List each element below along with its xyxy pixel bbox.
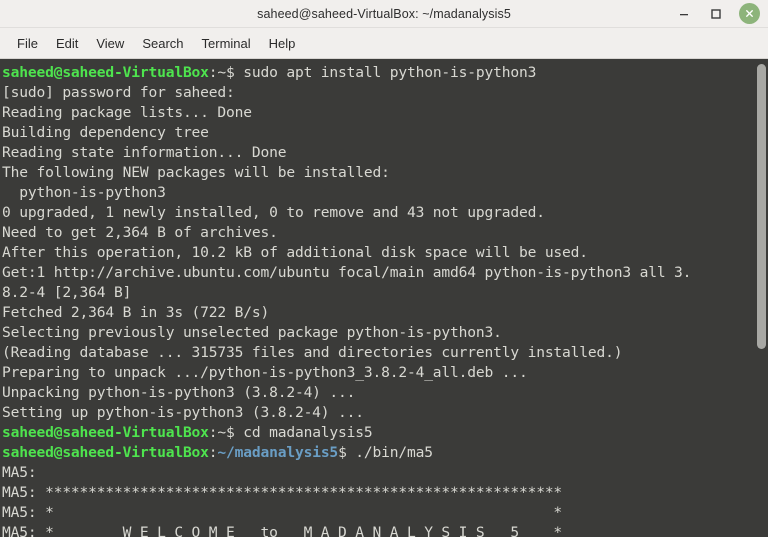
terminal-text-span: saheed@saheed-VirtualBox [2, 64, 209, 81]
terminal-line: After this operation, 10.2 kB of additio… [2, 243, 768, 263]
terminal-text-span: :~$ cd madanalysis5 [208, 424, 373, 441]
window-controls [675, 3, 762, 24]
terminal-line: MA5: [2, 463, 768, 483]
terminal-text-span: python-is-python3 [2, 184, 166, 201]
terminal-text-span: Preparing to unpack .../python-is-python… [2, 364, 528, 381]
menu-item-view[interactable]: View [87, 33, 133, 54]
terminal-text-span: 0 upgraded, 1 newly installed, 0 to remo… [2, 204, 545, 221]
terminal-text-span: :~$ sudo apt install python-is-python3 [208, 64, 537, 81]
terminal-text-span: Selecting previously unselected package … [2, 324, 502, 341]
terminal-text-span: The following NEW packages will be insta… [2, 164, 390, 181]
terminal-text-span: $ ./bin/ma5 [338, 444, 433, 461]
terminal-line: Setting up python-is-python3 (3.8.2-4) .… [2, 403, 768, 423]
terminal-line: Unpacking python-is-python3 (3.8.2-4) ..… [2, 383, 768, 403]
terminal-text-span: MA5: [2, 464, 37, 481]
terminal-line: Fetched 2,364 B in 3s (722 B/s) [2, 303, 768, 323]
terminal-line: Selecting previously unselected package … [2, 323, 768, 343]
terminal-window: saheed@saheed-VirtualBox: ~/madanalysis5… [0, 0, 768, 537]
terminal-line: saheed@saheed-VirtualBox:~$ cd madanalys… [2, 423, 768, 443]
menu-bar: File Edit View Search Terminal Help [0, 28, 768, 59]
terminal-text-span: After this operation, 10.2 kB of additio… [2, 244, 588, 261]
terminal-line: MA5: * * [2, 503, 768, 523]
terminal-text-span: 8.2-4 [2,364 B] [2, 284, 132, 301]
terminal-line: saheed@saheed-VirtualBox:~/madanalysis5$… [2, 443, 768, 463]
minimize-button[interactable] [675, 5, 693, 23]
terminal-text-span: Fetched 2,364 B in 3s (722 B/s) [2, 304, 270, 321]
terminal-text-span: MA5: ***********************************… [2, 484, 563, 501]
terminal-text-span: Reading package lists... Done [2, 104, 252, 121]
terminal-line: Preparing to unpack .../python-is-python… [2, 363, 768, 383]
terminal-text-span: Setting up python-is-python3 (3.8.2-4) .… [2, 404, 364, 421]
terminal-line: 8.2-4 [2,364 B] [2, 283, 768, 303]
terminal-line: 0 upgraded, 1 newly installed, 0 to remo… [2, 203, 768, 223]
terminal-line: python-is-python3 [2, 183, 768, 203]
terminal-text-span: Unpacking python-is-python3 (3.8.2-4) ..… [2, 384, 356, 401]
close-button[interactable] [739, 3, 760, 24]
maximize-button[interactable] [707, 5, 725, 23]
terminal-text-span: Reading state information... Done [2, 144, 287, 161]
scrollbar-thumb[interactable] [757, 64, 766, 349]
terminal-line: Building dependency tree [2, 123, 768, 143]
terminal-viewport[interactable]: saheed@saheed-VirtualBox:~$ sudo apt ins… [0, 59, 768, 537]
terminal-text-span: Need to get 2,364 B of archives. [2, 224, 278, 241]
terminal-text-span: saheed@saheed-VirtualBox [2, 424, 209, 441]
terminal-text-span: (Reading database ... 315735 files and d… [2, 344, 623, 361]
terminal-line: Reading package lists... Done [2, 103, 768, 123]
terminal-line: saheed@saheed-VirtualBox:~$ sudo apt ins… [2, 63, 768, 83]
terminal-text-span: MA5: * * [2, 504, 563, 521]
terminal-output[interactable]: saheed@saheed-VirtualBox:~$ sudo apt ins… [0, 59, 768, 537]
terminal-line: MA5: ***********************************… [2, 483, 768, 503]
terminal-text-span: ~/madanalysis5 [217, 444, 339, 461]
terminal-line: The following NEW packages will be insta… [2, 163, 768, 183]
window-title: saheed@saheed-VirtualBox: ~/madanalysis5 [257, 6, 511, 21]
menu-item-edit[interactable]: Edit [47, 33, 87, 54]
terminal-line: Need to get 2,364 B of archives. [2, 223, 768, 243]
terminal-line: (Reading database ... 315735 files and d… [2, 343, 768, 363]
menu-item-help[interactable]: Help [260, 33, 305, 54]
terminal-text-span: saheed@saheed-VirtualBox [2, 444, 209, 461]
menu-item-file[interactable]: File [8, 33, 47, 54]
menu-item-search[interactable]: Search [133, 33, 192, 54]
terminal-line: Get:1 http://archive.ubuntu.com/ubuntu f… [2, 263, 768, 283]
terminal-text-span: Building dependency tree [2, 124, 209, 141]
terminal-text-span: Get:1 http://archive.ubuntu.com/ubuntu f… [2, 264, 692, 281]
menu-item-terminal[interactable]: Terminal [193, 33, 260, 54]
terminal-scrollbar[interactable] [754, 59, 768, 537]
terminal-text-span: MA5: * W E L C O M E to M A D A N A L Y … [2, 524, 563, 537]
terminal-line: MA5: * W E L C O M E to M A D A N A L Y … [2, 523, 768, 537]
close-icon [746, 10, 753, 17]
terminal-line: [sudo] password for saheed: [2, 83, 768, 103]
terminal-text-span: [sudo] password for saheed: [2, 84, 235, 101]
title-bar: saheed@saheed-VirtualBox: ~/madanalysis5 [0, 0, 768, 28]
terminal-line: Reading state information... Done [2, 143, 768, 163]
